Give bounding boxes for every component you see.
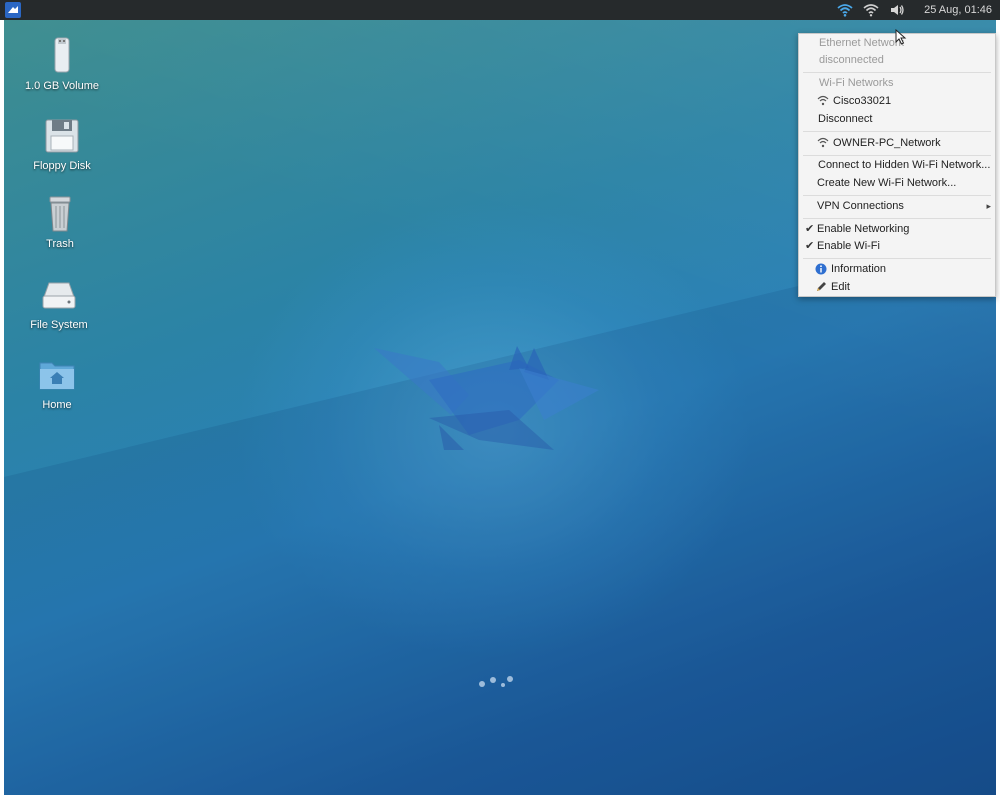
desktop-icon-label: Trash [46,238,74,250]
top-panel: 25 Aug, 01:46 [0,0,1000,20]
cursor-icon [895,29,907,45]
loading-dot [501,683,505,687]
info-icon [815,263,827,275]
menu-separator [803,195,991,196]
disconnect-label: Disconnect [818,113,873,125]
menu-item-connect-hidden[interactable]: Connect to Hidden Wi-Fi Network... [799,156,995,174]
menu-separator [803,218,991,219]
network-menu: Ethernet Network disconnected Wi-Fi Netw… [798,33,996,297]
network-name-label: Cisco33021 [833,95,892,107]
panel-tray: 25 Aug, 01:46 [836,0,992,20]
panel-clock[interactable]: 25 Aug, 01:46 [924,4,992,16]
desktop-icon-volume[interactable]: 1.0 GB Volume [12,36,112,92]
loading-dot [479,681,485,687]
trash-icon [49,196,71,232]
menu-separator [803,72,991,73]
menu-item-edit[interactable]: Edit [799,278,995,296]
vpn-label: VPN Connections [817,200,904,212]
create-new-label: Create New Wi-Fi Network... [817,177,957,189]
menu-item-information[interactable]: Information [799,260,995,278]
desktop-icon-trash[interactable]: Trash [10,194,110,250]
usb-drive-icon [54,37,70,73]
network-name-label: OWNER-PC_Network [833,137,941,149]
edit-icon [817,282,826,291]
drive-icon [42,282,76,309]
menu-item-create-new[interactable]: Create New Wi-Fi Network... [799,174,995,192]
connect-hidden-label: Connect to Hidden Wi-Fi Network... [818,159,991,171]
menu-item-enable-networking[interactable]: ✔ Enable Networking [799,220,995,238]
desktop-icon-label: Home [42,399,72,411]
menu-item-enable-wifi[interactable]: ✔ Enable Wi-Fi [799,237,995,255]
xfce-mouse-logo [374,346,599,450]
menu-item-network-cisco33021[interactable]: Cisco33021 [799,92,995,110]
loading-dot [507,676,513,682]
menu-header-wifi: Wi-Fi Networks [799,74,995,92]
volume-icon[interactable] [888,2,906,18]
enable-wifi-label: Enable Wi-Fi [817,240,880,252]
desktop-icon-filesystem[interactable]: File System [9,275,109,331]
desktop-icon-label: File System [30,319,88,331]
menu-separator [803,258,991,259]
wifi-signal-icon [817,137,829,148]
submenu-arrow-icon: ▸ [986,201,991,211]
menu-item-vpn-connections[interactable]: VPN Connections ▸ [799,197,995,215]
menu-item-network-owner-pc[interactable]: OWNER-PC_Network [799,134,995,152]
wifi-icon[interactable] [836,2,854,18]
edit-label: Edit [831,281,850,293]
wifi-signal-icon [817,95,829,106]
checkmark-icon: ✔ [805,223,815,235]
menu-separator [803,131,991,132]
loading-dot [490,677,496,683]
home-folder-icon [39,362,75,390]
information-label: Information [831,263,887,275]
network-manager-icon[interactable] [862,2,880,18]
menu-ethernet-status: disconnected [799,51,995,69]
ethernet-header-label: Ethernet Network [819,37,904,49]
whisker-menu-icon[interactable] [4,1,22,19]
enable-networking-label: Enable Networking [817,223,910,235]
menu-item-disconnect[interactable]: Disconnect [799,110,995,128]
desktop-icon-home[interactable]: Home [7,355,107,411]
desktop-icon-label: Floppy Disk [33,160,91,172]
checkmark-icon: ✔ [805,240,815,252]
ethernet-status-label: disconnected [819,54,884,66]
desktop-icon-floppy[interactable]: Floppy Disk [12,116,112,172]
wifi-header-label: Wi-Fi Networks [819,77,894,89]
floppy-disk-icon [45,119,79,153]
desktop-icon-label: 1.0 GB Volume [25,80,99,92]
